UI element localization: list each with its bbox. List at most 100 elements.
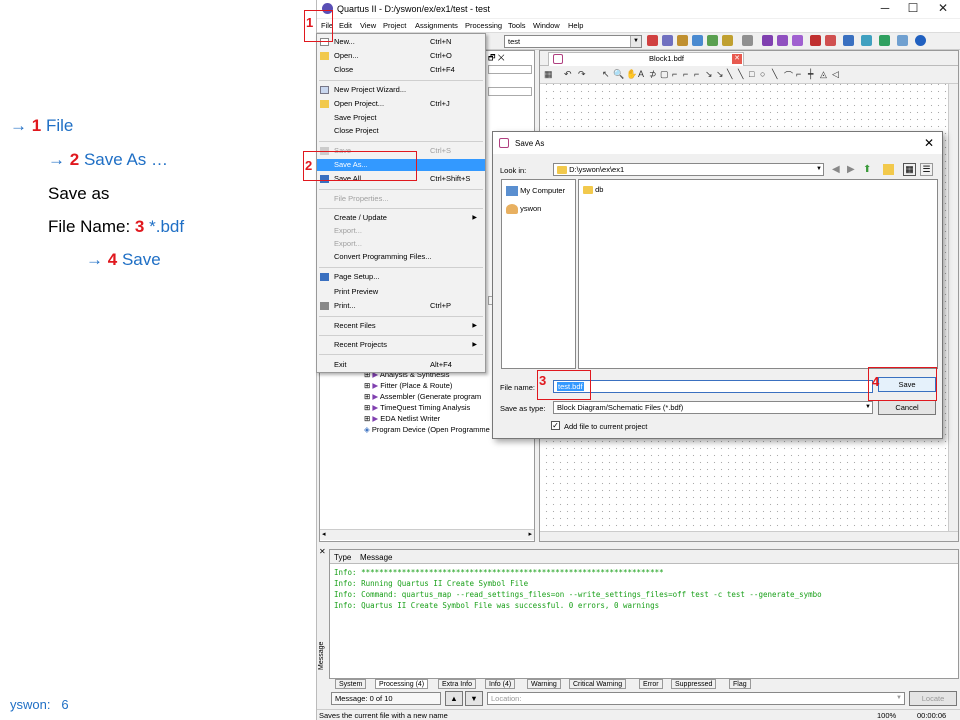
menu-view[interactable]: View	[360, 21, 376, 30]
tab-flag[interactable]: Flag	[729, 679, 751, 689]
hand-tool-icon[interactable]: ✋	[626, 69, 637, 80]
undo-icon[interactable]: ↶	[564, 69, 572, 80]
menu-item-recent-files[interactable]: Recent Files ▶	[317, 320, 485, 332]
grid-view-icon[interactable]: ▦	[903, 163, 916, 176]
analysis-synthesis-icon[interactable]	[777, 35, 788, 46]
message-line[interactable]: Info: Command: quartus_map --read_settin…	[334, 590, 822, 599]
compile-stop-icon[interactable]	[647, 35, 658, 46]
task-program-device[interactable]: ◈ Program Device (Open Programme	[364, 425, 490, 434]
menu-item-file-properties[interactable]: File Properties...	[317, 193, 485, 205]
up-folder-icon[interactable]: ⬆	[863, 164, 871, 175]
menu-tools[interactable]: Tools	[508, 21, 526, 30]
analysis-icon[interactable]	[662, 35, 673, 46]
menu-item-new[interactable]: New... Ctrl+N	[317, 36, 485, 48]
conduit-icon[interactable]: ⌐	[694, 69, 699, 79]
menu-assignments[interactable]: Assignments	[415, 21, 458, 30]
chip-planner-icon[interactable]	[897, 35, 908, 46]
save-as-type-select[interactable]: Block Diagram/Schematic Files (*.bdf) ▼	[553, 401, 873, 414]
dialog-close-icon[interactable]: ✕	[924, 136, 934, 150]
chevron-down-icon[interactable]: ▼	[630, 36, 641, 47]
task-eda-netlist[interactable]: ⊞ ▶ EDA Netlist Writer	[364, 414, 440, 423]
menu-item-create-update[interactable]: Create / Update ▶	[317, 212, 485, 224]
menu-item-save-project[interactable]: Save Project	[317, 112, 485, 124]
block-editor-icon[interactable]: ▦	[544, 69, 553, 80]
tab-error[interactable]: Error	[639, 679, 663, 689]
message-line[interactable]: Info: **********************************…	[334, 568, 664, 577]
partial-line-icon[interactable]: ┿	[808, 69, 813, 80]
redo-icon[interactable]: ↷	[578, 69, 586, 80]
programmer-icon[interactable]	[843, 35, 854, 46]
tab-critical-warning[interactable]: Critical Warning	[569, 679, 627, 689]
flip-vertical-icon[interactable]: ◁	[832, 69, 839, 80]
menu-item-print[interactable]: Print... Ctrl+P	[317, 300, 485, 312]
orthogonal-bus-icon[interactable]: ⌐	[683, 69, 688, 79]
editor-vertical-scrollbar[interactable]	[948, 84, 958, 531]
start-compilation-icon[interactable]	[762, 35, 773, 46]
list-view-icon[interactable]: ☰	[920, 163, 933, 176]
file-list[interactable]: db	[578, 179, 938, 369]
diagonal-bus-icon[interactable]: ↘	[716, 69, 724, 80]
menu-item-page-setup[interactable]: Page Setup...	[317, 271, 485, 283]
minimize-button[interactable]: ─	[871, 1, 899, 17]
menu-item-exit[interactable]: Exit Alt+F4	[317, 359, 485, 371]
close-window-button[interactable]: ✕	[929, 1, 957, 17]
menu-item-export-2[interactable]: Export...	[317, 238, 485, 250]
timing-icon[interactable]	[810, 35, 821, 46]
task-timequest[interactable]: ⊞ ▶ TimeQuest Timing Analysis	[364, 403, 470, 412]
menu-edit[interactable]: Edit	[339, 21, 352, 30]
file-name-input[interactable]: test.bdf	[553, 380, 873, 393]
panel-float-icon[interactable]: 🗗 ✕	[488, 52, 505, 66]
menu-item-open-project[interactable]: Open Project... Ctrl+J	[317, 98, 485, 110]
look-in-dropdown[interactable]: D:\yswon\ex\ex1 ▼	[553, 163, 824, 176]
orthogonal-node-icon[interactable]: ⌐	[672, 69, 677, 79]
forward-icon[interactable]: ▶	[847, 164, 855, 175]
up-arrow-icon[interactable]: ▲	[445, 691, 463, 706]
task-assembler[interactable]: ⊞ ▶ Assembler (Generate program	[364, 392, 481, 401]
rtl-viewer-icon[interactable]	[861, 35, 872, 46]
megawizard-icon[interactable]	[879, 35, 890, 46]
down-arrow-icon[interactable]: ▼	[465, 691, 483, 706]
place-my-computer[interactable]: My Computer	[506, 186, 565, 197]
help-icon[interactable]	[915, 35, 926, 46]
maximize-button[interactable]: ☐	[899, 1, 927, 17]
add-to-project-checkbox[interactable]: ✓	[551, 421, 560, 430]
ellipse-icon[interactable]: ○	[760, 69, 765, 79]
new-folder-icon[interactable]	[883, 164, 894, 175]
chip-icon[interactable]	[742, 35, 753, 46]
back-icon[interactable]: ◀	[832, 164, 840, 175]
menu-item-export[interactable]: Export...	[317, 225, 485, 237]
settings-icon[interactable]	[692, 35, 703, 46]
tab-processing[interactable]: Processing (4)	[375, 679, 429, 689]
selection-tool-icon[interactable]: ↖	[602, 69, 610, 80]
zoom-tool-icon[interactable]: 🔍	[613, 69, 624, 80]
message-line[interactable]: Info: Running Quartus II Create Symbol F…	[334, 579, 528, 588]
tab-extra-info[interactable]: Extra Info	[438, 679, 476, 689]
line-icon[interactable]: ╲	[727, 69, 732, 80]
fitter-icon[interactable]	[792, 35, 803, 46]
close-tab-icon[interactable]: ✕	[732, 54, 742, 64]
rectangle-icon[interactable]: □	[749, 69, 754, 79]
timequest-icon[interactable]	[825, 35, 836, 46]
diagonal-node-icon[interactable]: ↘	[705, 69, 713, 80]
tab-info[interactable]: Info (4)	[485, 679, 516, 689]
file-list-item[interactable]: db	[583, 185, 603, 195]
block-tool-icon[interactable]: ▢	[660, 69, 669, 80]
rubberband-icon[interactable]: ⌐	[796, 69, 801, 79]
project-combo[interactable]: test ▼	[504, 35, 642, 48]
menu-item-open[interactable]: Open... Ctrl+O	[317, 50, 485, 62]
menu-item-new-project-wizard[interactable]: New Project Wizard...	[317, 84, 485, 96]
menu-item-close[interactable]: Close Ctrl+F4	[317, 64, 485, 76]
menu-project[interactable]: Project	[383, 21, 406, 30]
menu-item-convert-programming[interactable]: Convert Programming Files...	[317, 251, 485, 263]
tab-system[interactable]: System	[335, 679, 367, 689]
navigator-scrollbar[interactable]: ◂ ▸	[320, 529, 534, 540]
locate-button[interactable]: Locate	[909, 691, 957, 706]
message-line[interactable]: Info: Quartus II Create Symbol File was …	[334, 601, 659, 610]
menu-window[interactable]: Window	[533, 21, 560, 30]
pencil-icon[interactable]	[677, 35, 688, 46]
flip-horizontal-icon[interactable]: ◬	[820, 69, 827, 80]
menu-processing[interactable]: Processing	[465, 21, 502, 30]
editor-horizontal-scrollbar[interactable]	[540, 531, 958, 541]
text-tool-icon[interactable]: A	[638, 69, 644, 79]
place-yswon[interactable]: yswon	[506, 204, 541, 215]
